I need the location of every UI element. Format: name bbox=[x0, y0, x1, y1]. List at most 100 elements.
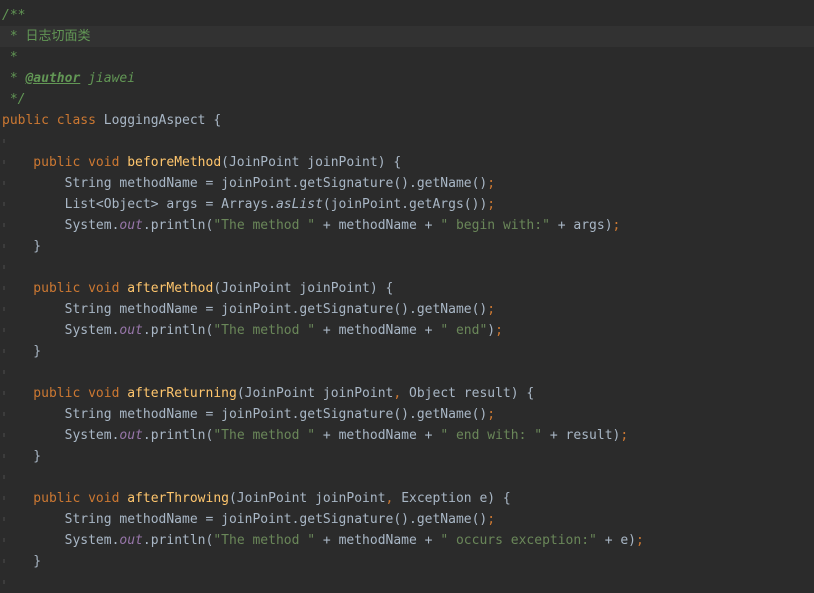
code-line[interactable] bbox=[0, 131, 814, 152]
code-token: + methodName + bbox=[315, 533, 441, 548]
code-token: afterMethod bbox=[127, 281, 214, 296]
code-line[interactable]: /** bbox=[0, 5, 814, 26]
code-token: beforeMethod bbox=[127, 155, 222, 170]
code-token: System. bbox=[2, 428, 120, 443]
code-token: ) bbox=[487, 323, 496, 338]
code-token: ; bbox=[487, 512, 496, 527]
code-line[interactable] bbox=[0, 467, 814, 488]
code-text: } bbox=[2, 341, 41, 362]
code-text: public void afterMethod(JoinPoint joinPo… bbox=[2, 278, 393, 299]
code-token: jiawei bbox=[80, 71, 136, 86]
code-line[interactable]: System.out.println("The method " + metho… bbox=[0, 215, 814, 236]
code-token: + e) bbox=[596, 533, 637, 548]
code-token: ; bbox=[487, 302, 496, 317]
code-token: public class bbox=[2, 113, 104, 128]
code-token: public void bbox=[2, 386, 128, 401]
code-line[interactable]: String methodName = joinPoint.getSignatu… bbox=[0, 509, 814, 530]
code-text: * @author jiawei bbox=[2, 68, 135, 89]
code-token: (JoinPoint joinPoint) { bbox=[221, 155, 402, 170]
code-token: * bbox=[2, 50, 18, 65]
code-token: public void bbox=[2, 491, 128, 506]
code-text: } bbox=[2, 446, 41, 467]
code-line[interactable]: System.out.println("The method " + metho… bbox=[0, 320, 814, 341]
code-token: Object result) { bbox=[409, 386, 535, 401]
code-token: + methodName + bbox=[315, 323, 441, 338]
code-token: String methodName = joinPoint.getSignatu… bbox=[2, 176, 488, 191]
code-line[interactable]: public void afterThrowing(JoinPoint join… bbox=[0, 488, 814, 509]
code-token: LoggingAspect { bbox=[103, 113, 222, 128]
code-text: } bbox=[2, 236, 41, 257]
code-token: ; bbox=[636, 533, 644, 548]
code-line[interactable]: public void beforeMethod(JoinPoint joinP… bbox=[0, 152, 814, 173]
code-token: } bbox=[2, 344, 42, 359]
code-line[interactable]: } bbox=[0, 551, 814, 572]
code-token: (JoinPoint joinPoint) { bbox=[213, 281, 394, 296]
code-line[interactable]: System.out.println("The method " + metho… bbox=[0, 425, 814, 446]
code-text: public void afterReturning(JoinPoint joi… bbox=[2, 383, 534, 404]
code-line[interactable]: * bbox=[0, 47, 814, 68]
code-line[interactable]: public void afterMethod(JoinPoint joinPo… bbox=[0, 278, 814, 299]
code-token: afterThrowing bbox=[127, 491, 229, 506]
code-token: 日志切面类 bbox=[25, 29, 91, 44]
code-text: } bbox=[2, 551, 41, 572]
code-text: public void afterThrowing(JoinPoint join… bbox=[2, 488, 510, 509]
code-editor[interactable]: /** * 日志切面类 * * @author jiawei */ public … bbox=[0, 0, 814, 584]
code-line[interactable]: public void afterReturning(JoinPoint joi… bbox=[0, 383, 814, 404]
code-token: " begin with:" bbox=[440, 218, 550, 233]
code-token: (JoinPoint joinPoint bbox=[236, 386, 394, 401]
code-line[interactable]: String methodName = joinPoint.getSignatu… bbox=[0, 404, 814, 425]
indent-guide bbox=[3, 475, 5, 479]
code-token: out bbox=[119, 428, 143, 443]
code-token: List<Object> args = Arrays. bbox=[2, 197, 276, 212]
code-token: + args) bbox=[549, 218, 613, 233]
code-token: String methodName = joinPoint.getSignatu… bbox=[2, 302, 488, 317]
code-token: } bbox=[2, 449, 42, 464]
code-line[interactable]: List<Object> args = Arrays.asList(joinPo… bbox=[0, 194, 814, 215]
code-line[interactable]: String methodName = joinPoint.getSignatu… bbox=[0, 299, 814, 320]
code-token: , bbox=[393, 386, 410, 401]
code-token: System. bbox=[2, 533, 120, 548]
code-token: .println( bbox=[142, 323, 214, 338]
code-token: (JoinPoint joinPoint bbox=[228, 491, 386, 506]
code-token: String methodName = joinPoint.getSignatu… bbox=[2, 407, 488, 422]
code-text: String methodName = joinPoint.getSignatu… bbox=[2, 173, 495, 194]
code-line[interactable]: */ bbox=[0, 89, 814, 110]
code-line[interactable]: } bbox=[0, 236, 814, 257]
indent-guide bbox=[3, 265, 5, 269]
code-token: out bbox=[119, 323, 143, 338]
code-token: .println( bbox=[142, 428, 214, 443]
code-line[interactable]: * 日志切面类 bbox=[0, 26, 814, 47]
code-token: out bbox=[119, 218, 143, 233]
code-line[interactable]: } bbox=[0, 446, 814, 467]
code-text: System.out.println("The method " + metho… bbox=[2, 425, 629, 446]
code-token: String methodName = joinPoint.getSignatu… bbox=[2, 512, 488, 527]
code-token: " end with: " bbox=[440, 428, 543, 443]
code-token: " end" bbox=[440, 323, 488, 338]
code-line[interactable]: } bbox=[0, 341, 814, 362]
code-token: } bbox=[2, 239, 42, 254]
code-token: "The method " bbox=[213, 533, 316, 548]
code-text: */ bbox=[2, 89, 26, 110]
code-line[interactable]: String methodName = joinPoint.getSignatu… bbox=[0, 173, 814, 194]
code-text: String methodName = joinPoint.getSignatu… bbox=[2, 299, 495, 320]
code-token: "The method " bbox=[213, 428, 316, 443]
code-token: public void bbox=[2, 155, 128, 170]
code-line[interactable]: System.out.println("The method " + metho… bbox=[0, 530, 814, 551]
code-token: , bbox=[385, 491, 402, 506]
code-text: System.out.println("The method " + metho… bbox=[2, 215, 621, 236]
code-token: } bbox=[2, 554, 42, 569]
code-token: + methodName + bbox=[315, 428, 441, 443]
code-token: "The method " bbox=[213, 218, 316, 233]
code-text: String methodName = joinPoint.getSignatu… bbox=[2, 509, 495, 530]
code-line[interactable]: * @author jiawei bbox=[0, 68, 814, 89]
code-text: List<Object> args = Arrays.asList(joinPo… bbox=[2, 194, 496, 215]
code-line[interactable] bbox=[0, 362, 814, 383]
code-line[interactable]: public class LoggingAspect { bbox=[0, 110, 814, 131]
code-token: + result) bbox=[542, 428, 621, 443]
code-token: * bbox=[2, 71, 26, 86]
code-line[interactable] bbox=[0, 257, 814, 278]
code-token: System. bbox=[2, 218, 120, 233]
code-token: afterReturning bbox=[127, 386, 237, 401]
code-token: (joinPoint.getArgs()) bbox=[322, 197, 488, 212]
code-text: public void beforeMethod(JoinPoint joinP… bbox=[2, 152, 401, 173]
